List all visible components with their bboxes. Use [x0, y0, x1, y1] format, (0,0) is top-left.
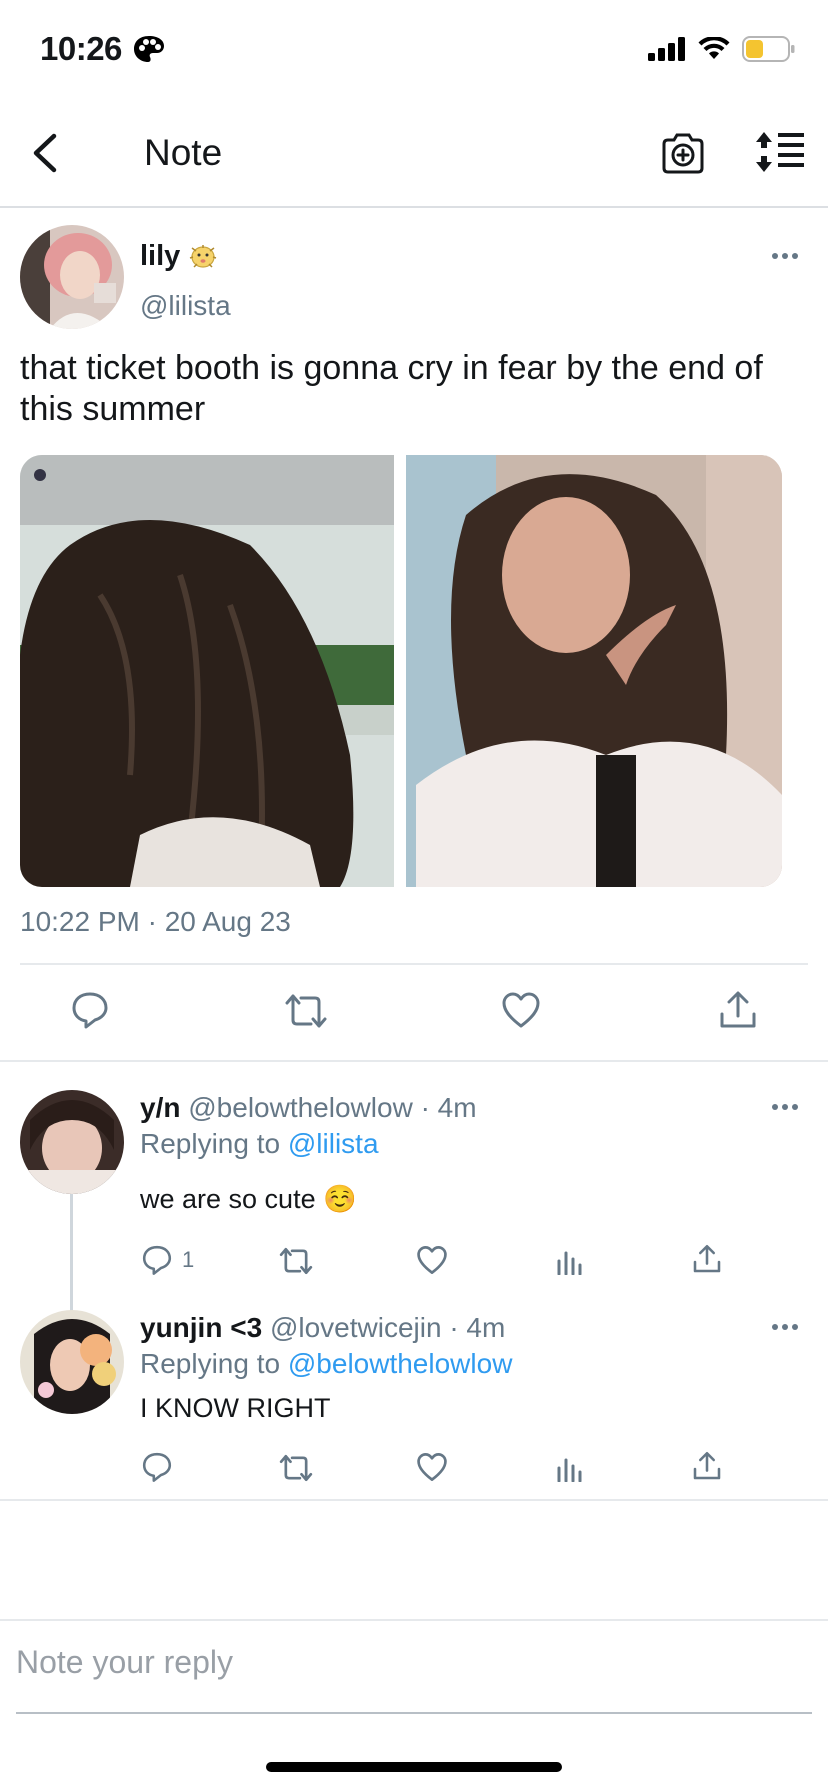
share-icon[interactable] [718, 990, 758, 1030]
camera-add-icon[interactable] [660, 130, 706, 176]
page-title: Note [144, 132, 223, 173]
reply-time: · 4m [420, 1092, 477, 1123]
status-bar: 10:26 [0, 0, 828, 100]
back-chevron-icon[interactable] [26, 128, 66, 178]
share-icon[interactable] [692, 1451, 722, 1481]
retweet-icon[interactable] [278, 1246, 314, 1276]
like-icon[interactable] [416, 1452, 448, 1482]
like-icon[interactable] [501, 991, 541, 1029]
reply-author-handle[interactable]: @belowthelowlow [188, 1092, 413, 1123]
post-image-1[interactable] [20, 455, 394, 887]
divider [20, 963, 808, 965]
wifi-icon [698, 37, 730, 59]
reply-author-name[interactable]: yunjin <3 [140, 1312, 262, 1343]
retweet-icon[interactable] [278, 1453, 314, 1483]
more-options-icon[interactable] [770, 1322, 800, 1332]
post-timestamp: 10:22 PM · 20 Aug 23 [20, 906, 291, 937]
reply-author-name[interactable]: y/n [140, 1092, 180, 1123]
more-options-icon[interactable] [770, 1102, 800, 1112]
more-options-icon[interactable] [770, 251, 800, 261]
avatar[interactable] [20, 1310, 124, 1414]
sort-list-icon[interactable] [754, 130, 806, 174]
divider [0, 1499, 828, 1501]
replying-to-link[interactable]: @belowthelowlow [288, 1348, 513, 1379]
like-icon[interactable] [416, 1245, 448, 1275]
reply-icon[interactable] [70, 990, 110, 1030]
thread-line [70, 1194, 73, 1314]
divider [0, 1619, 828, 1621]
reply-text: I KNOW RIGHT [140, 1393, 331, 1423]
post-text: that ticket booth is gonna cry in fear b… [20, 349, 763, 428]
replying-to: Replying to @belowthelowlow [140, 1348, 513, 1379]
avatar[interactable] [20, 1090, 124, 1194]
home-indicator[interactable] [266, 1762, 562, 1772]
reply-count: 1 [182, 1247, 195, 1272]
avatar[interactable] [20, 225, 124, 329]
reply-text: we are so cute ☺️ [140, 1184, 357, 1214]
status-time: 10:26 [40, 30, 122, 67]
reply-icon[interactable] [141, 1244, 173, 1276]
analytics-icon[interactable] [556, 1247, 584, 1275]
signal-icon [648, 37, 685, 61]
analytics-icon[interactable] [556, 1454, 584, 1482]
reply-author-handle[interactable]: @lovetwicejin [270, 1312, 442, 1343]
reply-time: · 4m [449, 1312, 506, 1343]
replying-to-link[interactable]: @lilista [288, 1128, 379, 1159]
divider [0, 1060, 828, 1062]
author-name[interactable]: lily [140, 240, 180, 273]
battery-icon [742, 36, 795, 62]
replying-to: Replying to @lilista [140, 1128, 379, 1159]
share-icon[interactable] [692, 1244, 722, 1274]
palette-icon [134, 36, 164, 62]
reply-icon[interactable] [141, 1451, 173, 1483]
status-icons [648, 36, 796, 62]
reply-input[interactable]: Note your reply [16, 1640, 812, 1714]
post-image-2[interactable] [406, 455, 782, 887]
reply-header: y/n @belowthelowlow · 4m [140, 1092, 477, 1124]
pufferfish-emoji [189, 245, 217, 268]
nav-bar: Note [0, 100, 828, 208]
retweet-icon[interactable] [283, 992, 329, 1030]
author-handle[interactable]: @lilista [140, 290, 231, 322]
reply-header: yunjin <3 @lovetwicejin · 4m [140, 1312, 505, 1344]
